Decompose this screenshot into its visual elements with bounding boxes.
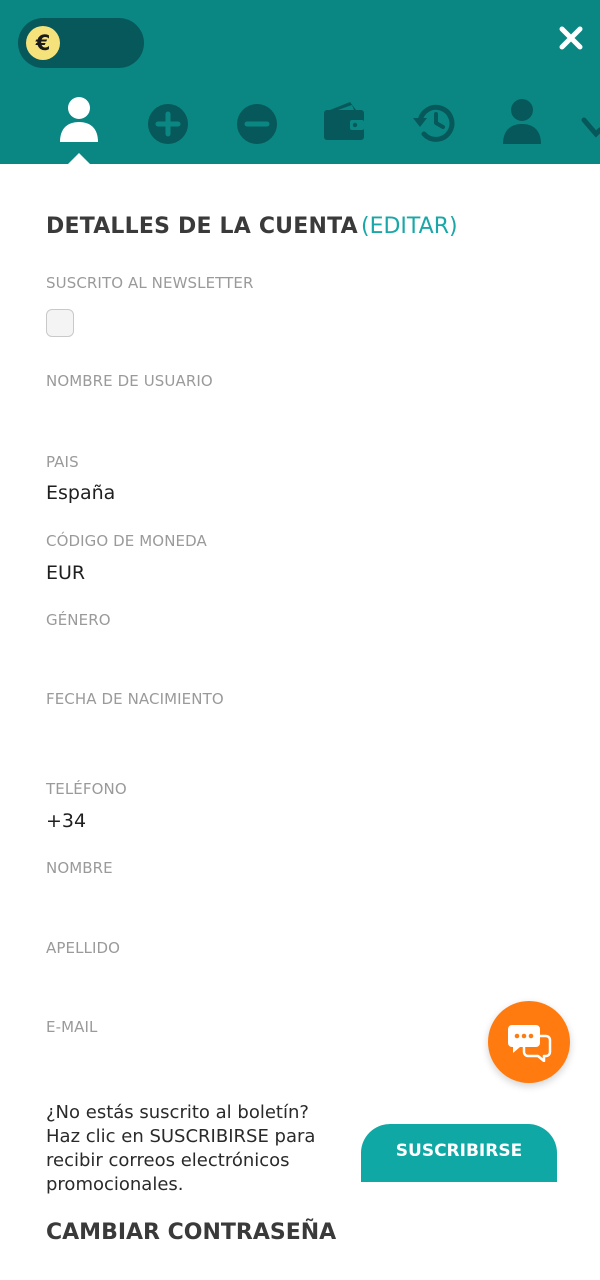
panel-header: € xyxy=(0,0,600,164)
email-label: E-MAIL xyxy=(46,1018,98,1036)
birthdate-label: FECHA DE NACIMIENTO xyxy=(46,690,224,708)
country-label: PAIS xyxy=(46,453,79,471)
newsletter-promo-text: ¿No estás suscrito al boletín? Haz clic … xyxy=(46,1102,316,1195)
currency-value: EUR xyxy=(46,562,86,584)
edit-account-link[interactable]: (EDITAR) xyxy=(361,214,458,239)
tab-withdraw[interactable] xyxy=(225,96,289,154)
tab-user[interactable] xyxy=(490,96,554,154)
user-icon xyxy=(60,97,98,142)
plus-circle-icon xyxy=(148,104,188,144)
subscribe-button-label: SUSCRIBIRSE xyxy=(395,1141,523,1161)
chat-button[interactable] xyxy=(488,1001,570,1083)
account-panel: € DETALLES DE LA CUENTA (EDITAR) SUSCRIT… xyxy=(0,0,600,1280)
tab-wallet[interactable] xyxy=(312,96,376,154)
tab-profile[interactable] xyxy=(47,96,111,154)
chevron-icon xyxy=(581,117,600,138)
active-tab-indicator xyxy=(68,153,90,164)
balance-pill[interactable]: € xyxy=(18,18,144,68)
history-icon xyxy=(413,104,455,142)
newsletter-label: SUSCRITO AL NEWSLETTER xyxy=(46,274,254,292)
close-button[interactable] xyxy=(553,20,589,56)
phone-value: +34 xyxy=(46,810,87,832)
wallet-icon xyxy=(324,102,364,140)
close-icon xyxy=(559,26,583,50)
firstname-label: NOMBRE xyxy=(46,859,113,877)
newsletter-checkbox[interactable] xyxy=(46,309,74,337)
user-icon xyxy=(503,99,541,144)
change-password-title: CAMBIAR CONTRASEÑA xyxy=(46,1220,337,1245)
lastname-label: APELLIDO xyxy=(46,939,121,957)
euro-currency-icon: € xyxy=(26,26,60,60)
subscribe-button[interactable]: SUSCRIBIRSE xyxy=(361,1124,557,1182)
currency-label: CÓDIGO DE MONEDA xyxy=(46,532,207,550)
gender-label: GÉNERO xyxy=(46,611,111,629)
username-label: NOMBRE DE USUARIO xyxy=(46,372,213,390)
chat-bubbles-icon xyxy=(508,1025,552,1062)
tab-history[interactable] xyxy=(402,96,466,154)
account-details-title: DETALLES DE LA CUENTA xyxy=(46,214,358,239)
tab-more[interactable] xyxy=(578,96,600,154)
country-value: España xyxy=(46,482,116,504)
account-tabs xyxy=(0,96,600,164)
phone-label: TELÉFONO xyxy=(46,780,127,798)
tab-deposit[interactable] xyxy=(136,96,200,154)
minus-circle-icon xyxy=(237,104,277,144)
